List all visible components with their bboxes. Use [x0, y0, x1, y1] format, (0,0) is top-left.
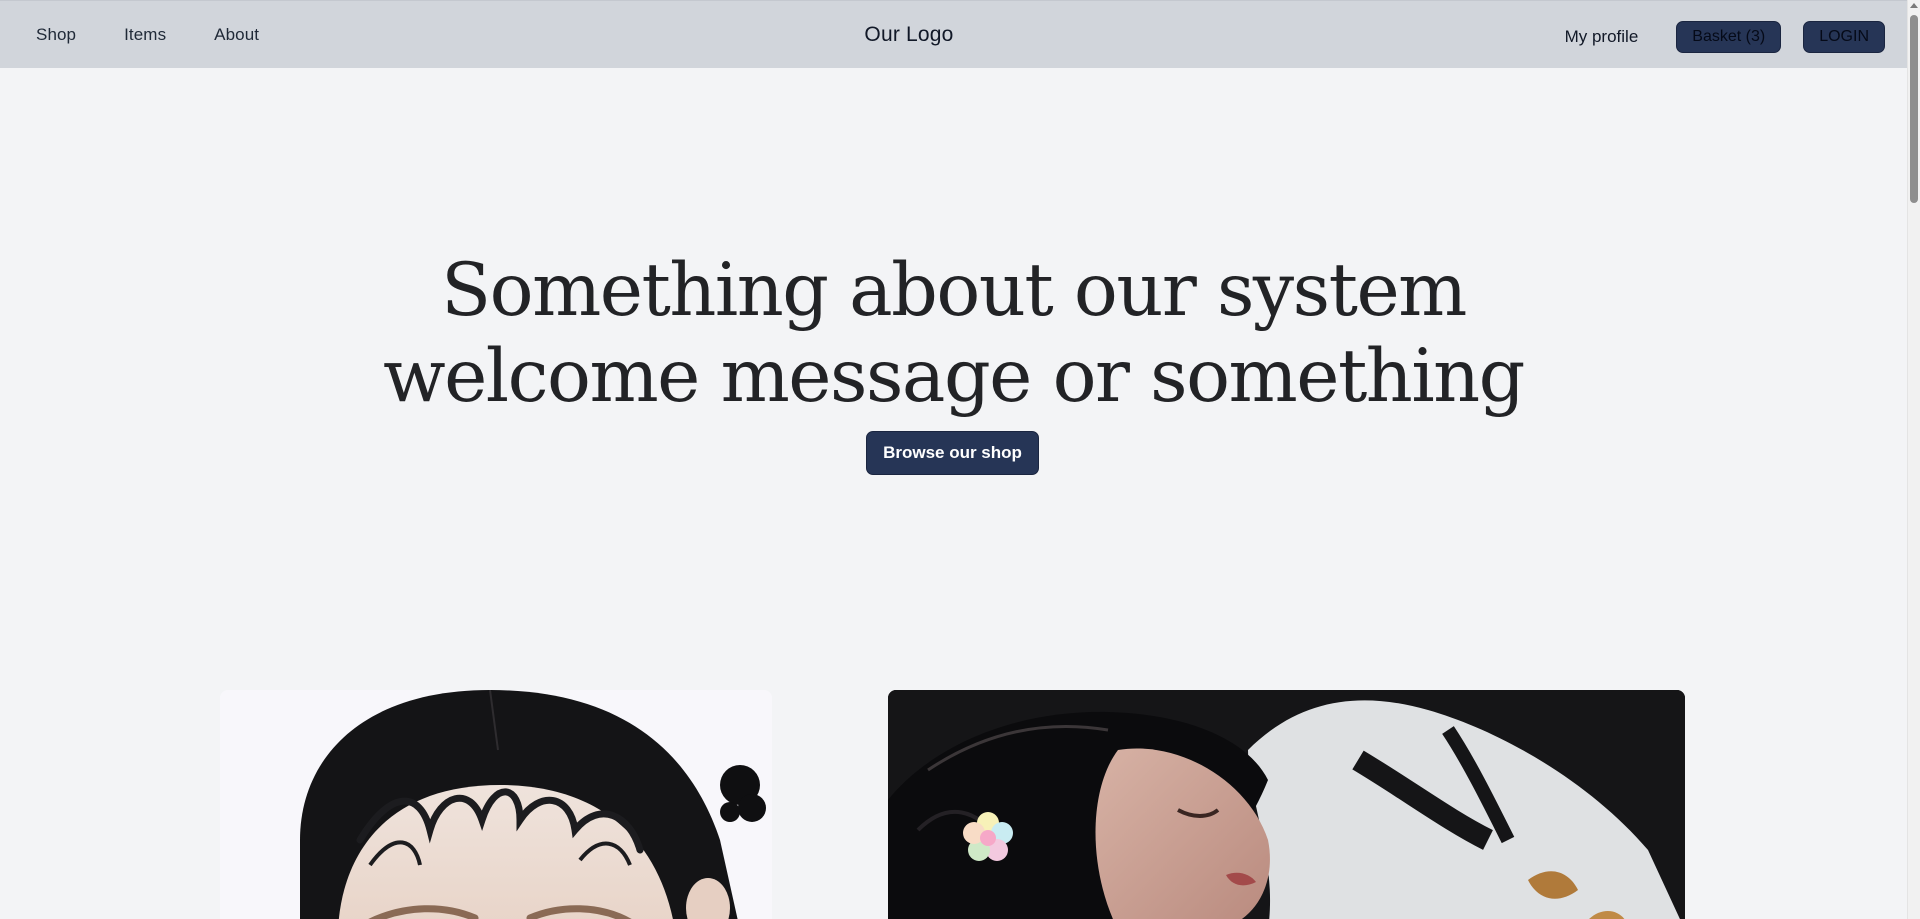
feature-image-left[interactable] — [220, 690, 772, 919]
site-logo[interactable]: Our Logo — [0, 1, 1818, 69]
portrait-photo-dark — [888, 690, 1685, 919]
page: Shop Items About Our Logo My profile Bas… — [0, 0, 1920, 919]
browse-shop-button[interactable]: Browse our shop — [866, 431, 1039, 475]
portrait-photo-light — [220, 690, 772, 919]
logo-text: Our Logo — [864, 23, 954, 46]
basket-button[interactable]: Basket (3) — [1676, 21, 1782, 53]
vertical-scrollbar[interactable] — [1907, 0, 1920, 919]
feature-image-right[interactable] — [888, 690, 1685, 919]
account-nav: My profile Basket (3) LOGIN — [1565, 1, 1885, 73]
hero-section: Something about our system welcome messa… — [0, 248, 1907, 475]
hero-heading-line-1: Something about our system — [441, 248, 1467, 333]
scroll-up-arrow-icon[interactable] — [1910, 3, 1918, 8]
hero-heading: Something about our system welcome messa… — [0, 248, 1907, 420]
scrollbar-thumb[interactable] — [1910, 15, 1918, 203]
login-button[interactable]: LOGIN — [1803, 21, 1885, 53]
top-navigation-bar: Shop Items About Our Logo My profile Bas… — [0, 0, 1907, 68]
my-profile-link[interactable]: My profile — [1565, 27, 1639, 47]
hero-heading-line-2: welcome message or something — [383, 334, 1525, 419]
